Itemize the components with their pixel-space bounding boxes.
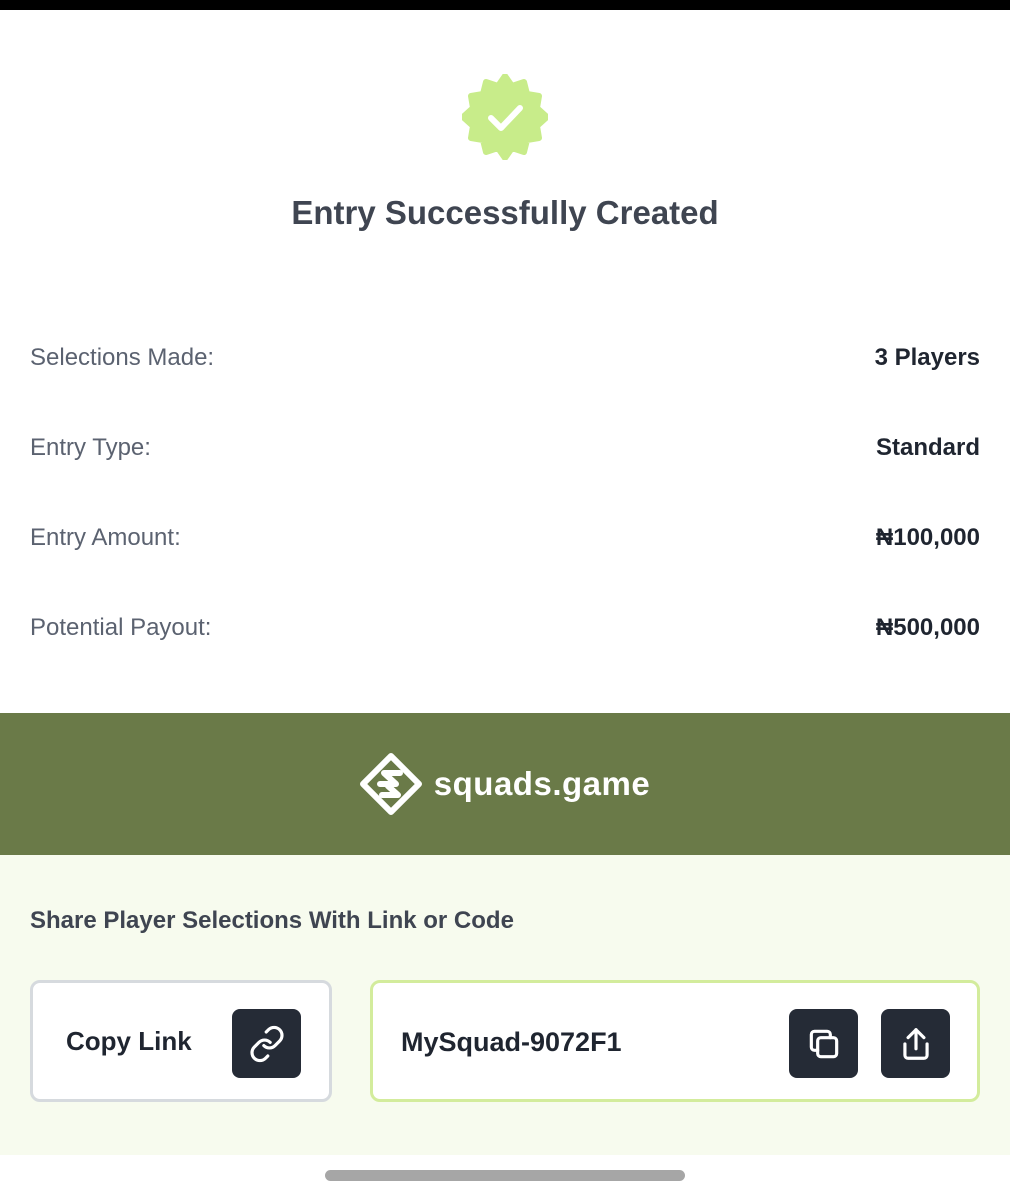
check-badge-icon: [462, 74, 548, 160]
share-title: Share Player Selections With Link or Cod…: [30, 907, 514, 934]
squad-code: MySquad-9072F1: [401, 1027, 622, 1057]
link-icon: [249, 1025, 284, 1062]
copy-icon: [809, 1029, 838, 1058]
summary-row-entry-amount: Entry Amount: ₦100,000: [30, 518, 980, 558]
copy-link-card[interactable]: Copy Link: [30, 980, 332, 1102]
copy-code-button[interactable]: [789, 1009, 858, 1078]
summary-value: ₦100,000: [875, 524, 980, 551]
summary-row-selections: Selections Made: 3 Players: [30, 338, 980, 378]
share-panel: Share Player Selections With Link or Cod…: [0, 855, 1010, 1155]
share-button[interactable]: [881, 1009, 950, 1078]
summary-value: ₦500,000: [875, 614, 980, 641]
copy-link-label: Copy Link: [66, 1026, 192, 1056]
brand-banner: squads.game: [0, 713, 1010, 855]
summary-label: Selections Made:: [30, 344, 215, 371]
copy-link-button[interactable]: [232, 1009, 301, 1078]
squads-logo-icon: [359, 753, 422, 815]
summary-label: Entry Type:: [30, 434, 151, 461]
summary-value: Standard: [875, 434, 980, 461]
summary-value: 3 Players: [874, 344, 980, 371]
squad-code-card: MySquad-9072F1: [370, 980, 980, 1102]
summary-row-entry-type: Entry Type: Standard: [30, 428, 980, 468]
home-indicator[interactable]: [325, 1170, 685, 1181]
success-title: Entry Successfully Created: [291, 194, 719, 231]
summary-label: Potential Payout:: [30, 614, 212, 641]
share-icon: [902, 1027, 929, 1060]
status-bar-strip: [0, 0, 1010, 10]
summary-row-potential-payout: Potential Payout: ₦500,000: [30, 608, 980, 648]
brand-name: squads.game: [433, 765, 651, 802]
summary-label: Entry Amount:: [30, 524, 181, 551]
